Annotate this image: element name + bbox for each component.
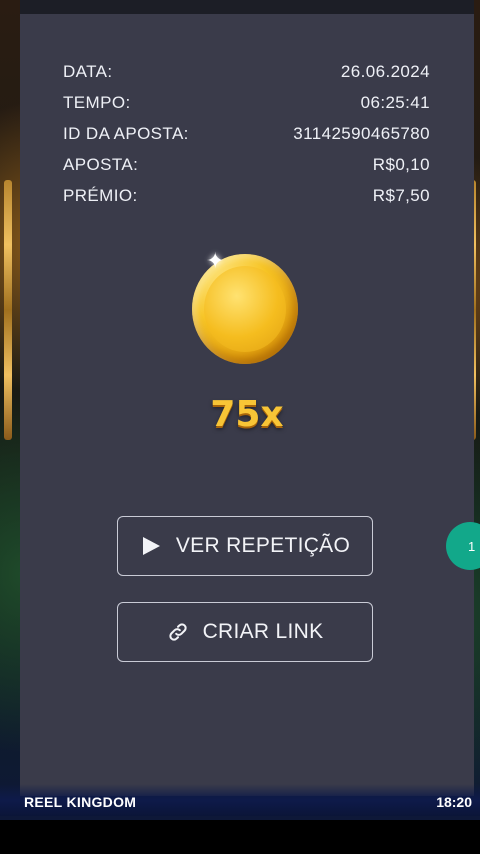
detail-value: R$7,50 (372, 185, 430, 205)
view-replay-button[interactable]: VER REPETIÇÃO (117, 516, 373, 576)
detail-value: 26.06.2024 (340, 61, 430, 81)
detail-label: APOSTA: (63, 154, 139, 174)
create-link-label: CRIAR LINK (202, 620, 324, 643)
bottom-bar (0, 820, 480, 854)
link-icon (167, 621, 189, 643)
detail-label: DATA: (63, 61, 113, 81)
provider-brand: REEL KINGDOM (24, 794, 137, 810)
win-multiplier: 75x (210, 394, 284, 435)
coin-inner (204, 266, 286, 352)
detail-row-bet: APOSTA: R$0,10 (63, 149, 430, 180)
detail-row-bet-id: ID DA APOSTA: 31142590465780 (63, 118, 430, 149)
panel-top-bar (20, 0, 474, 14)
sparkle-icon: ✦ (206, 248, 225, 273)
detail-row-prize: PRÉMIO: R$7,50 (63, 180, 430, 211)
create-link-button[interactable]: CRIAR LINK (117, 602, 373, 662)
detail-value: R$0,10 (372, 154, 430, 174)
detail-row-date: DATA: 26.06.2024 (63, 56, 430, 87)
detail-value: 06:25:41 (360, 92, 430, 112)
badge-count: 1 (468, 538, 476, 554)
view-replay-label: VER REPETIÇÃO (175, 534, 351, 557)
reel-frame-left (4, 180, 12, 440)
gold-coin-icon: ✦ (192, 248, 304, 384)
clock: 18:20 (436, 794, 472, 810)
play-icon (140, 535, 162, 557)
detail-value: 31142590465780 (293, 123, 430, 143)
detail-label: ID DA APOSTA: (63, 123, 189, 143)
detail-label: TEMPO: (63, 92, 131, 112)
detail-label: PRÉMIO: (63, 185, 138, 205)
bet-details-panel: DATA: 26.06.2024 TEMPO: 06:25:41 ID DA A… (20, 14, 474, 796)
bet-details-list: DATA: 26.06.2024 TEMPO: 06:25:41 ID DA A… (63, 56, 430, 211)
detail-row-time: TEMPO: 06:25:41 (63, 87, 430, 118)
